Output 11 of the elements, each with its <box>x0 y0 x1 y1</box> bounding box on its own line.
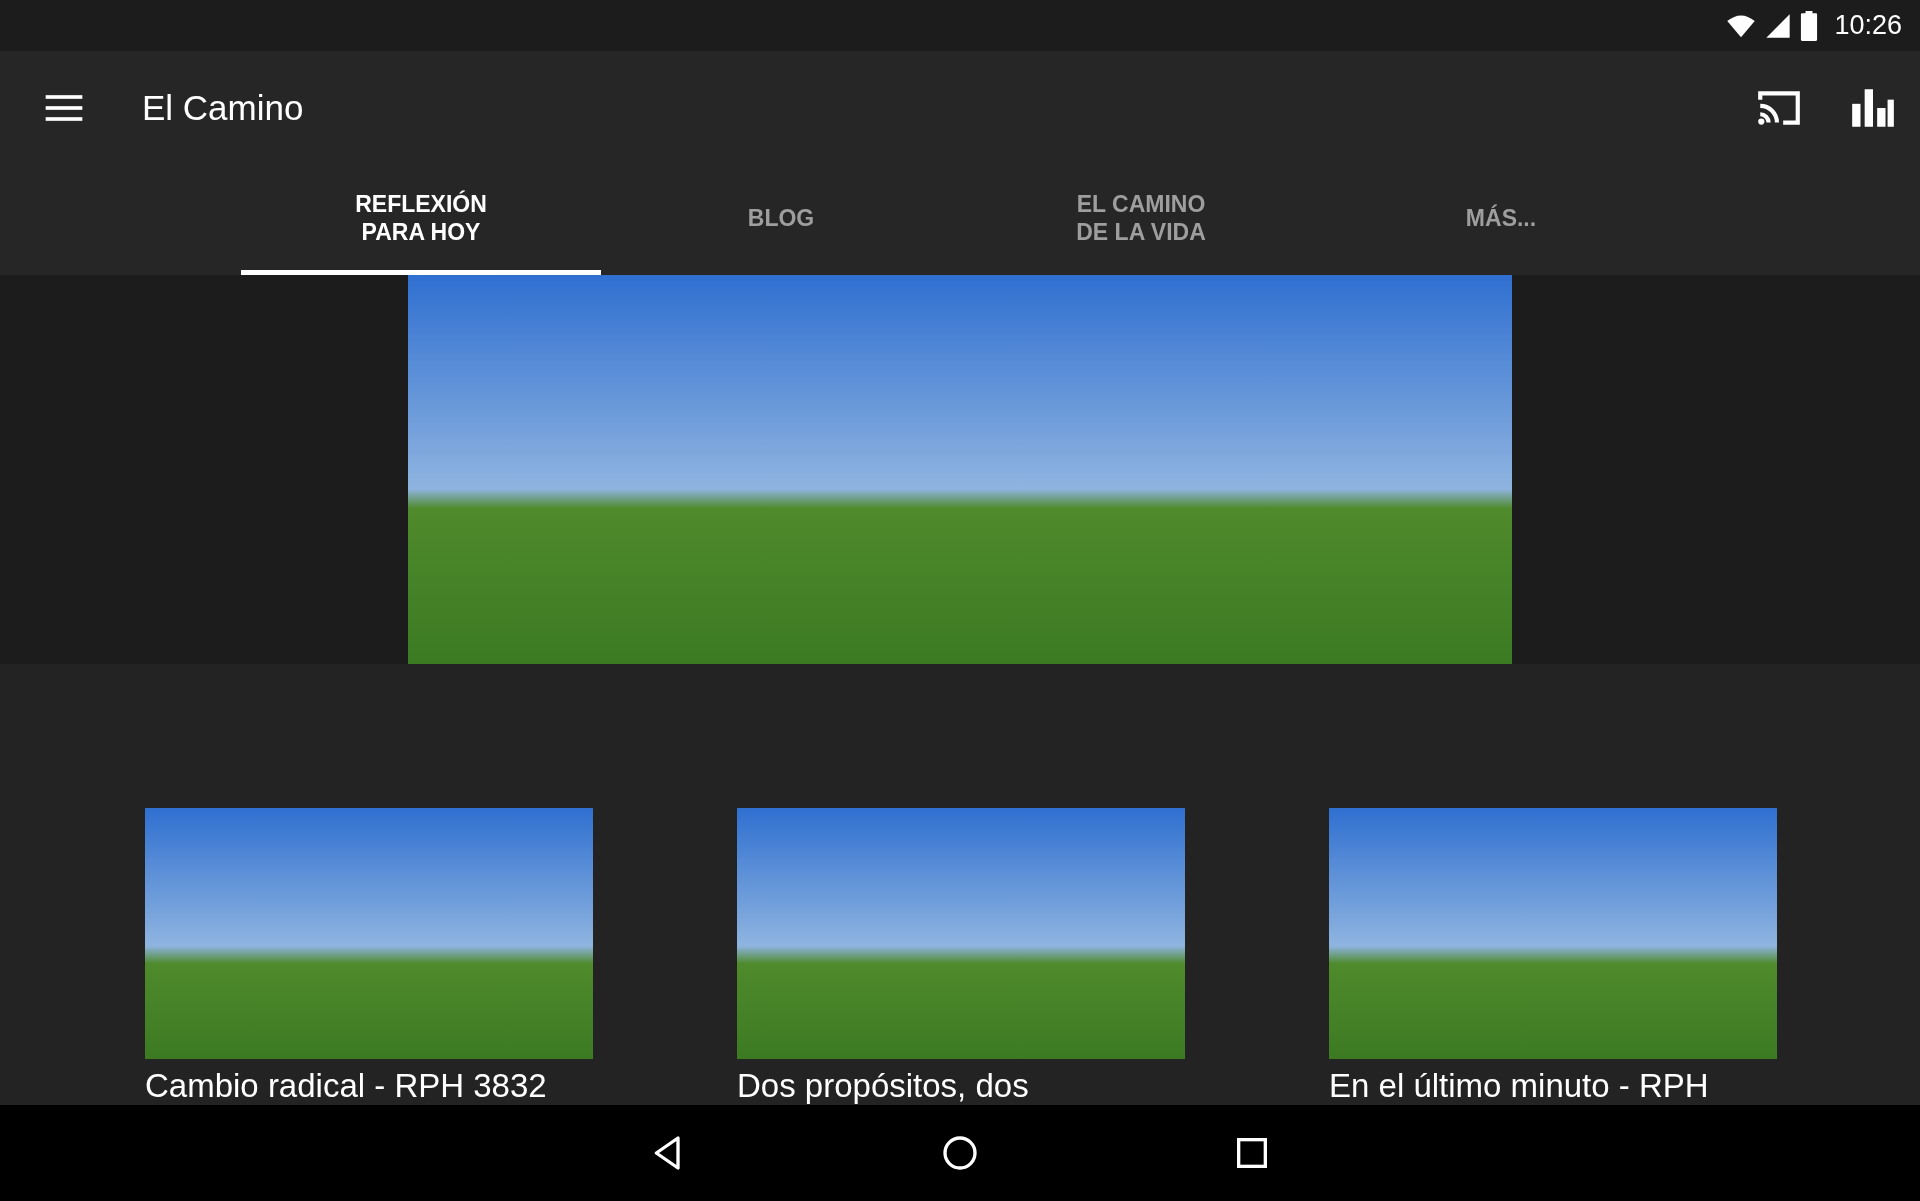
card-title[interactable]: Cambio radical - RPH 3832 <box>145 1067 593 1105</box>
battery-icon <box>1800 10 1819 41</box>
tab[interactable]: BLOG <box>601 165 961 275</box>
card-title[interactable]: En el último minuto - RPH <box>1329 1067 1777 1105</box>
card-title[interactable]: Dos propósitos, dos <box>737 1067 1185 1105</box>
home-icon <box>940 1133 980 1173</box>
app-title: El Camino <box>142 88 304 128</box>
signal-icon <box>1764 11 1793 40</box>
clock-time: 10:26 <box>1834 10 1902 41</box>
tab[interactable]: MÁS... <box>1321 165 1681 275</box>
tab[interactable]: EL CAMINO DE LA VIDA <box>961 165 1321 275</box>
